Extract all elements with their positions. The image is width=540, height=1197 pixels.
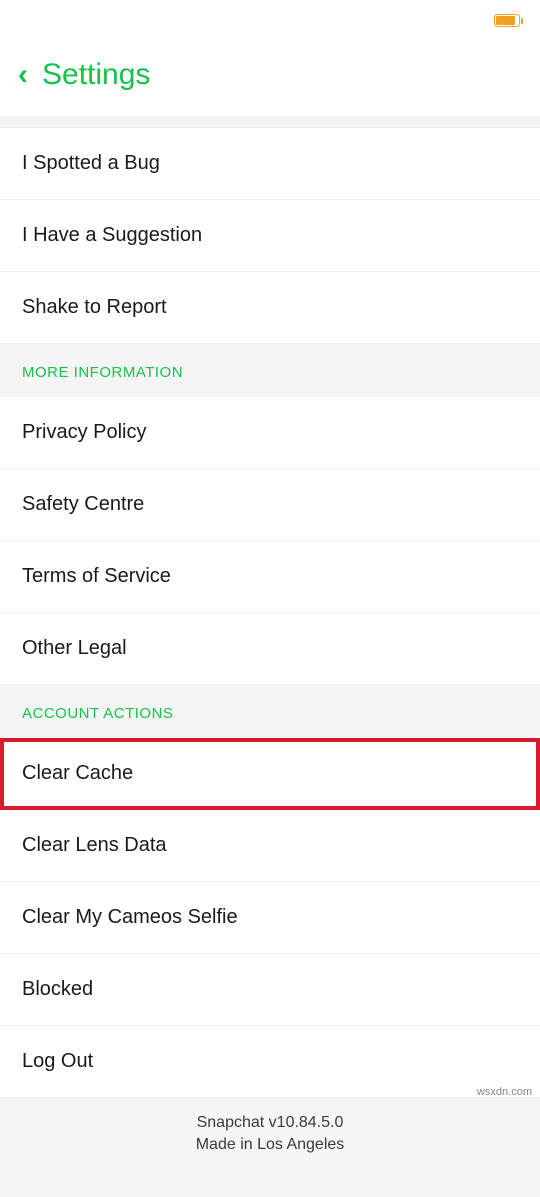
section-account-actions: ACCOUNT ACTIONS: [0, 685, 540, 738]
list-item-label: Safety Centre: [22, 493, 144, 515]
list-item-label: Clear Cache: [22, 762, 133, 784]
footer-version: Snapchat v10.84.5.0: [0, 1112, 540, 1134]
item-shake-report[interactable]: Shake to Report: [0, 272, 540, 344]
item-other-legal[interactable]: Other Legal: [0, 613, 540, 685]
watermark: wsxdn.com: [477, 1086, 532, 1098]
item-privacy-policy[interactable]: Privacy Policy: [0, 397, 540, 469]
footer: Snapchat v10.84.5.0 Made in Los Angeles: [0, 1098, 540, 1197]
item-safety-centre[interactable]: Safety Centre: [0, 469, 540, 541]
page-title: Settings: [42, 58, 150, 92]
battery-icon: [494, 14, 520, 27]
list-item-label: Terms of Service: [22, 565, 171, 587]
list-item-label: Privacy Policy: [22, 421, 146, 443]
list-item-label: Log Out: [22, 1050, 93, 1072]
header: ‹ Settings: [0, 40, 540, 116]
divider: [0, 116, 540, 128]
list-item-label: I Spotted a Bug: [22, 152, 160, 174]
section-more-information: MORE INFORMATION: [0, 344, 540, 397]
status-bar: [0, 0, 540, 40]
list-item-label: Blocked: [22, 978, 93, 1000]
item-spotted-bug[interactable]: I Spotted a Bug: [0, 128, 540, 200]
footer-made-in: Made in Los Angeles: [0, 1134, 540, 1156]
item-terms-of-service[interactable]: Terms of Service: [0, 541, 540, 613]
back-icon[interactable]: ‹: [18, 60, 28, 90]
list-item-label: Clear Lens Data: [22, 834, 167, 856]
list-item-label: Clear My Cameos Selfie: [22, 906, 238, 928]
item-clear-lens-data[interactable]: Clear Lens Data: [0, 810, 540, 882]
item-clear-cameos-selfie[interactable]: Clear My Cameos Selfie: [0, 882, 540, 954]
item-suggestion[interactable]: I Have a Suggestion: [0, 200, 540, 272]
item-clear-cache[interactable]: Clear Cache: [0, 738, 540, 810]
list-item-label: I Have a Suggestion: [22, 224, 202, 246]
item-blocked[interactable]: Blocked: [0, 954, 540, 1026]
item-log-out[interactable]: Log Out: [0, 1026, 540, 1098]
list-item-label: Shake to Report: [22, 296, 167, 318]
list-item-label: Other Legal: [22, 637, 127, 659]
